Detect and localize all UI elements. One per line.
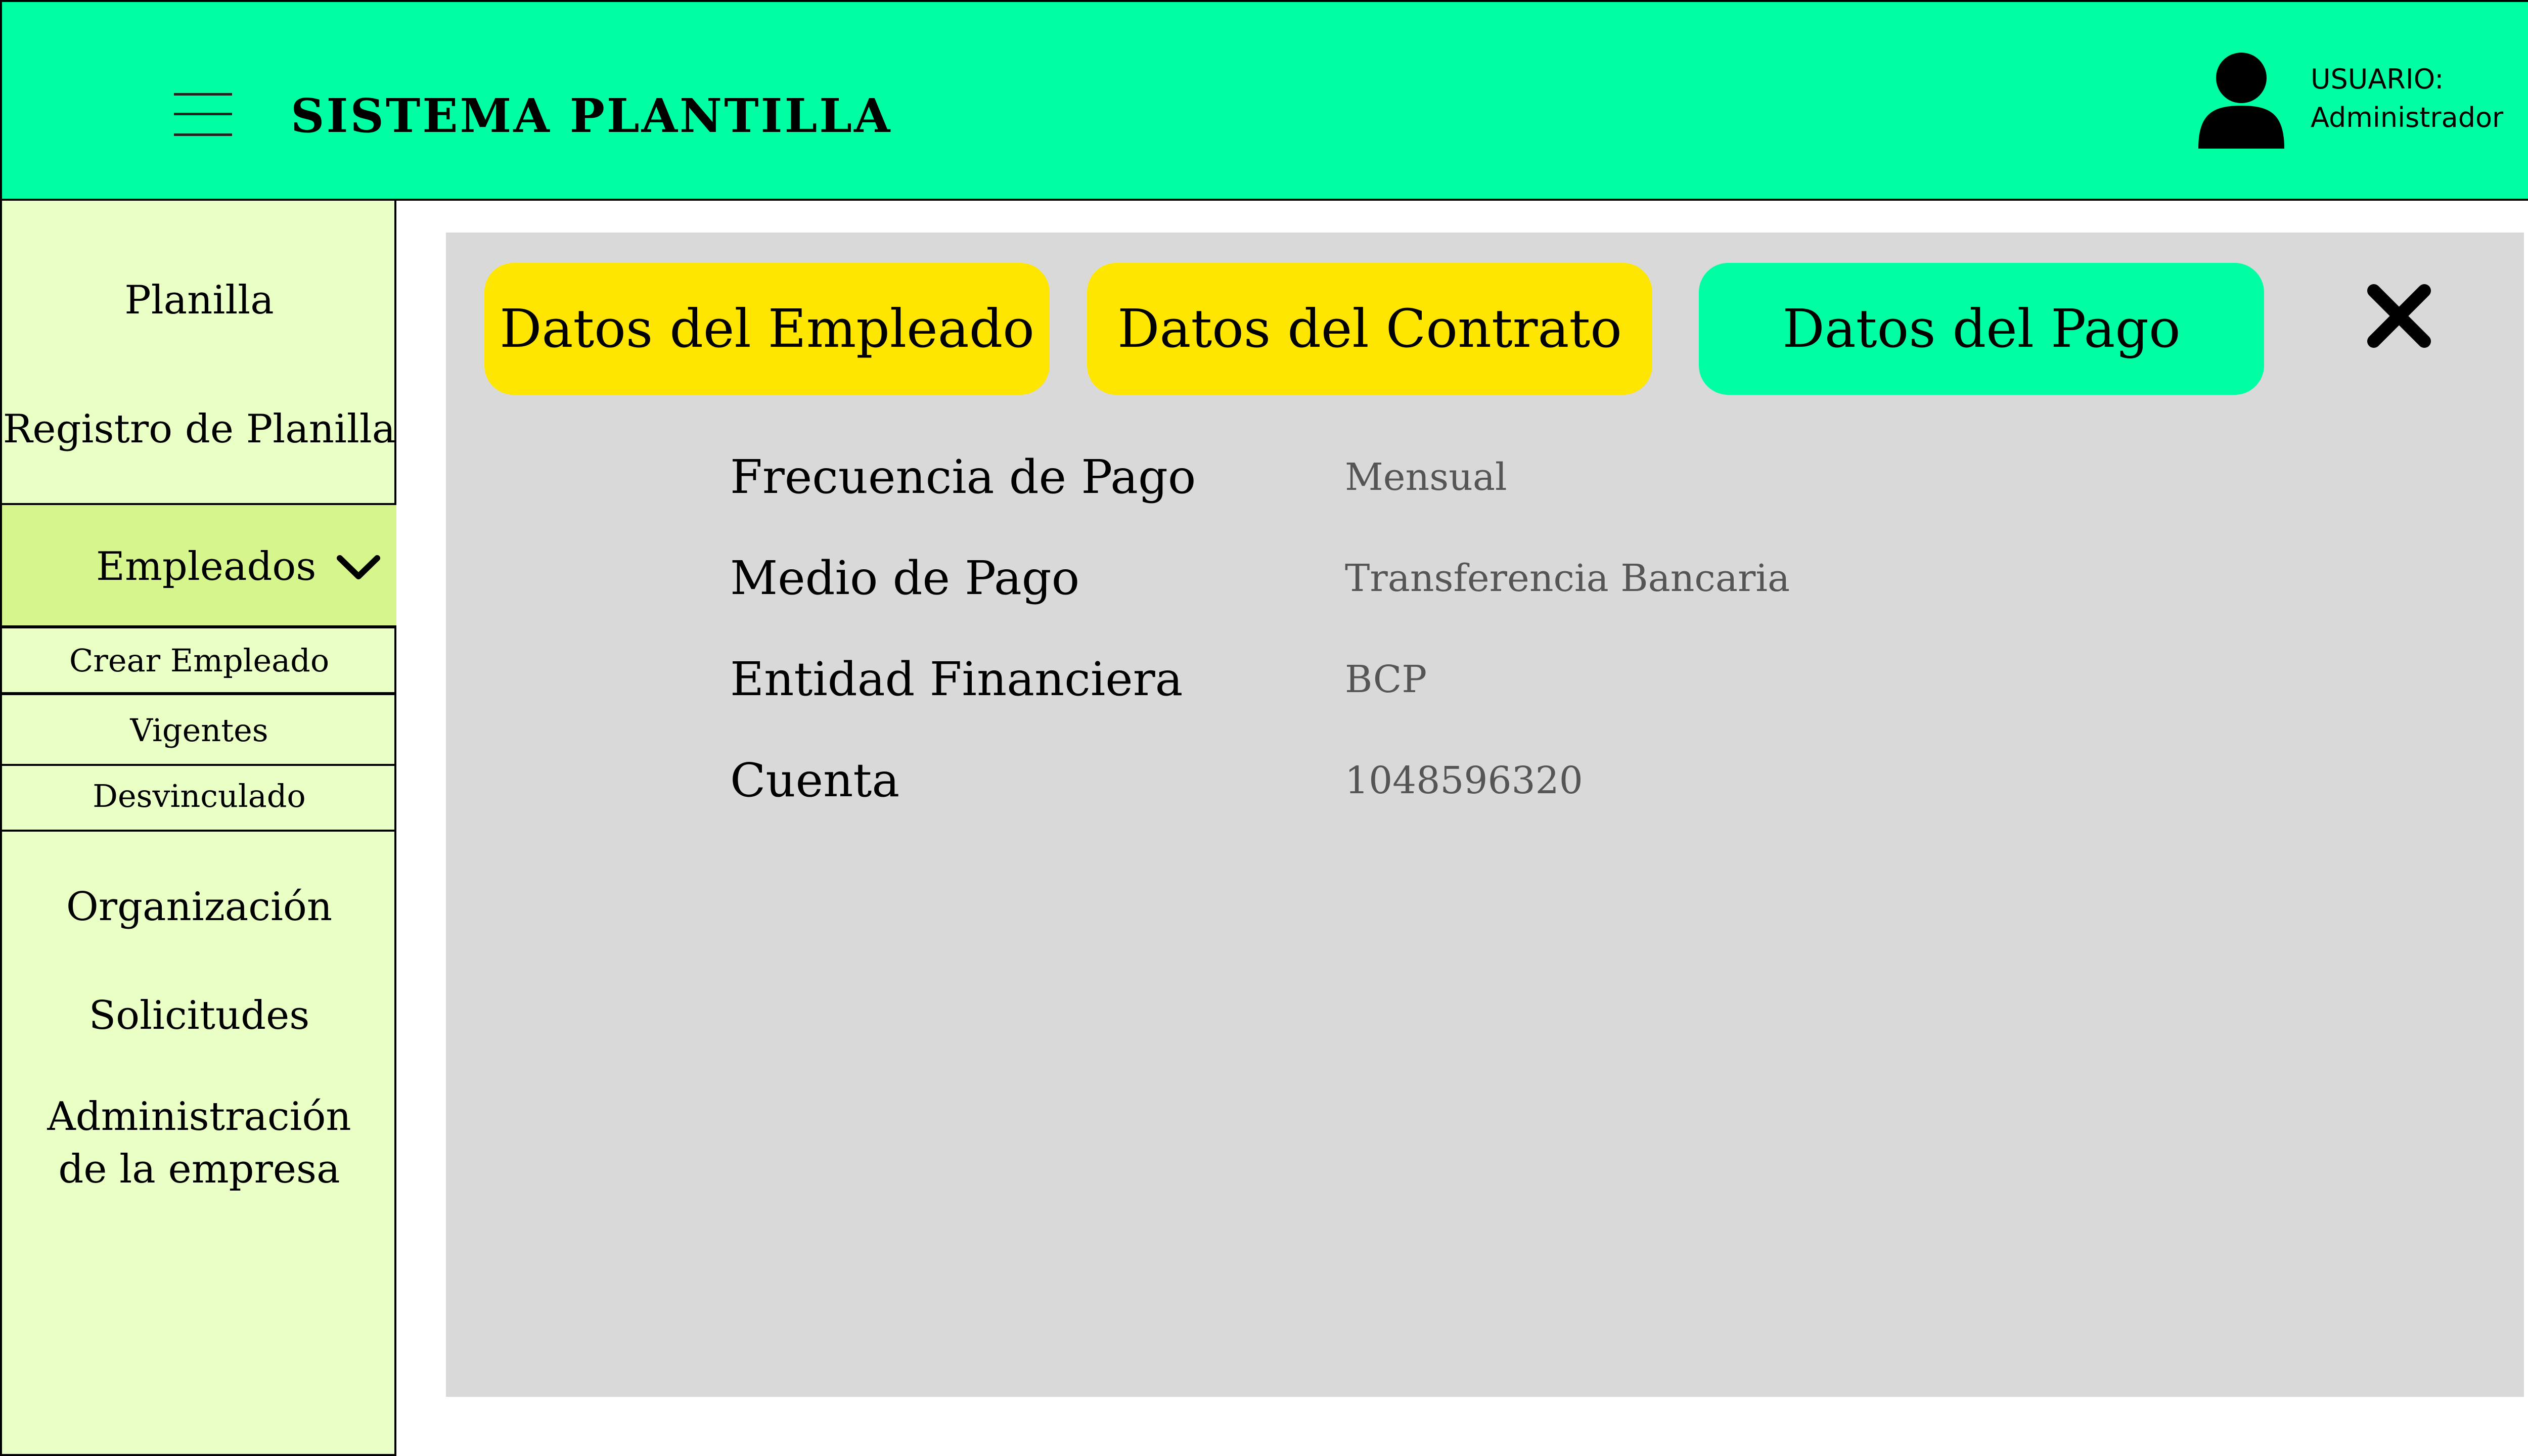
divider	[2, 830, 396, 832]
field-label-medio-de-pago: Medio de Pago	[730, 551, 1080, 605]
user-avatar-icon[interactable]	[2198, 53, 2284, 149]
divider	[2, 692, 396, 695]
sidebar-item-administracion[interactable]: Administración de la empresa	[2, 1090, 396, 1196]
sidebar-item-label: Empleados	[96, 544, 317, 589]
field-label-cuenta: Cuenta	[730, 753, 900, 807]
tab-datos-del-pago[interactable]: Datos del Pago	[1699, 263, 2264, 395]
user-info: USUARIO: Administrador	[2311, 60, 2503, 137]
sidebar-item-empleados[interactable]: Empleados	[2, 505, 396, 627]
submenu-item-vigentes[interactable]: Vigentes	[2, 709, 396, 752]
submenu-item-desvinculado[interactable]: Desvinculado	[2, 775, 396, 817]
divider	[2, 764, 396, 766]
user-name: Administrador	[2311, 102, 2504, 133]
sidebar-item-solicitudes[interactable]: Solicitudes	[2, 989, 396, 1042]
sidebar-item-planilla[interactable]: Planilla	[2, 274, 396, 327]
menu-line	[174, 113, 232, 115]
hamburger-menu-icon[interactable]	[174, 93, 232, 136]
sidebar: Planilla Registro de Planilla Empleados …	[0, 201, 396, 1456]
field-label-entidad-financiera: Entidad Financiera	[730, 652, 1183, 706]
field-value-cuenta: 1048596320	[1345, 759, 1583, 802]
user-label: USUARIO:	[2311, 63, 2444, 95]
app-header: SISTEMA PLANTILLA USUARIO: Administrador	[0, 0, 2528, 201]
field-value-frecuencia-de-pago: Mensual	[1345, 456, 1507, 499]
field-value-medio-de-pago: Transferencia Bancaria	[1345, 557, 1790, 600]
sidebar-item-label-line1: Administración	[47, 1094, 351, 1140]
submenu-item-crear-empleado[interactable]: Crear Empleado	[2, 640, 396, 682]
tab-datos-del-contrato[interactable]: Datos del Contrato	[1087, 263, 1652, 395]
content-panel	[446, 233, 2524, 1397]
app-title: SISTEMA PLANTILLA	[291, 88, 892, 143]
sidebar-item-label-line2: de la empresa	[58, 1147, 340, 1192]
sidebar-item-registro-de-planilla[interactable]: Registro de Planilla	[2, 403, 396, 456]
chevron-down-icon	[337, 555, 380, 579]
close-x-icon[interactable]	[2366, 283, 2432, 349]
tab-datos-del-empleado[interactable]: Datos del Empleado	[484, 263, 1050, 395]
field-value-entidad-financiera: BCP	[1345, 658, 1427, 701]
sidebar-item-organizacion[interactable]: Organización	[2, 881, 396, 933]
menu-line	[174, 93, 232, 96]
divider	[2, 625, 396, 628]
field-label-frecuencia-de-pago: Frecuencia de Pago	[730, 450, 1196, 504]
menu-line	[174, 133, 232, 136]
